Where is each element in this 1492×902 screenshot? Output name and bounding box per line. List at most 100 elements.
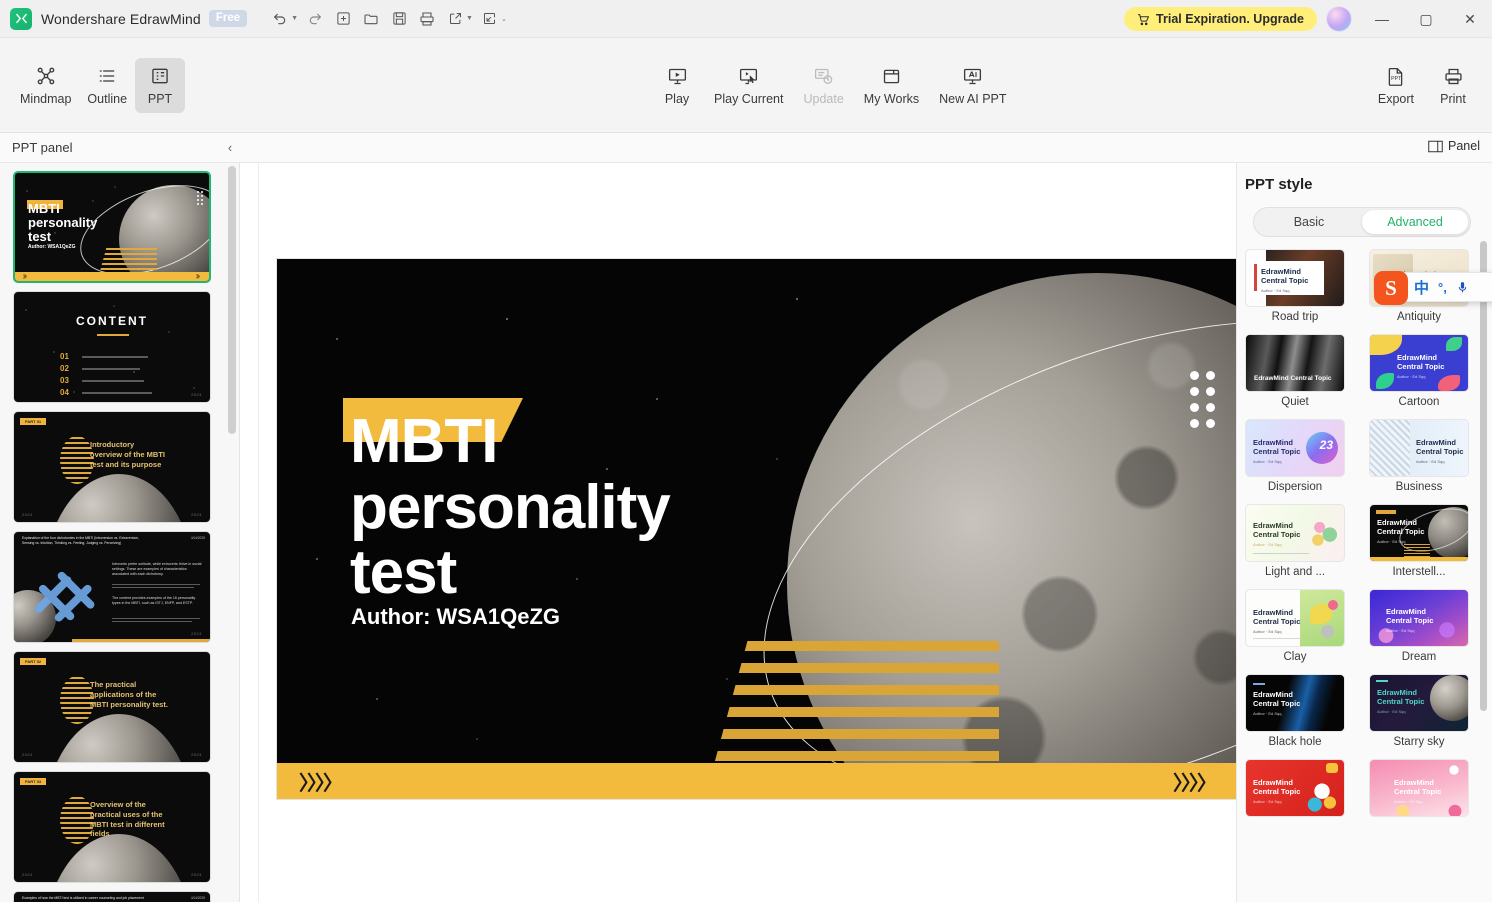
undo-icon[interactable] [267, 6, 293, 32]
part-badge: PART 01 [20, 418, 47, 425]
thumbnail-slide-1[interactable]: MBTI personality test Author: WSA1QeZG 〉〉〉… [13, 171, 211, 283]
play-button[interactable]: Play [652, 58, 702, 113]
play-icon [667, 65, 688, 87]
ppt-button[interactable]: PPT [135, 58, 186, 113]
slide-footer: 〉〉〉〉 〉〉〉〉 [277, 763, 1237, 799]
ppt-style-title: PPT style [1245, 176, 1313, 193]
thumb-author: Author: WSA1QeZG [28, 244, 76, 250]
slide-title[interactable]: MBTI personality test [350, 409, 870, 606]
style-card-business[interactable]: EdrawMind Central Topic Author · Ed Sqq Bu… [1369, 419, 1469, 500]
thumb-footer-left: 2024 [22, 752, 33, 757]
avatar[interactable] [1326, 6, 1352, 32]
close-button[interactable]: ✕ [1448, 0, 1492, 38]
edition-badge: Free [208, 10, 248, 27]
trial-upgrade-button[interactable]: Trial Expiration. Upgrade [1124, 7, 1317, 31]
style-card-road-trip[interactable]: EdrawMind Central Topic Author · Ed Sqq Ro… [1245, 249, 1345, 330]
thumb-heading: Examples of how the MBTI test is utilize… [22, 896, 144, 900]
ime-mode-button[interactable]: 中 [1414, 277, 1429, 298]
thumb-corner-text: 2024 [191, 392, 202, 397]
collapse-panel-chevron-icon[interactable]: ‹ [221, 138, 239, 156]
play-current-button[interactable]: Play Current [706, 58, 791, 113]
style-card-quiet[interactable]: EdrawMind Central Topic Quiet [1245, 334, 1345, 415]
panel-toggle-button[interactable]: Panel [1428, 139, 1480, 153]
current-slide-preview[interactable]: MBTI personality test Author: WSA1QeZG 〉… [277, 259, 1237, 799]
style-card-starry-sky[interactable]: EdrawMind Central Topic Author · Ed Sqq St… [1369, 674, 1469, 755]
style-card-black-hole[interactable]: EdrawMind Central Topic Author · Ed Sqq Bl… [1245, 674, 1345, 755]
ime-punctuation-icon[interactable]: °, [1438, 280, 1447, 295]
stripe-graphic [60, 676, 94, 724]
print-icon[interactable] [414, 6, 440, 32]
style-card-light-and[interactable]: EdrawMind Central Topic Author · Ed Sqq Li… [1245, 504, 1345, 585]
tab-basic[interactable]: Basic [1256, 210, 1362, 234]
new-ai-ppt-button[interactable]: New AI PPT [931, 58, 1014, 113]
share-caret-icon[interactable]: ▼ [466, 15, 473, 22]
style-card-interstellar[interactable]: EdrawMind Central Topic Author · Ed Sqq In… [1369, 504, 1469, 585]
export-label: Export [1377, 92, 1414, 106]
part-badge: PART 02 [20, 658, 47, 665]
style-card-festive-pink[interactable]: EdrawMind Central Topic Author · Ed Sqq [1369, 759, 1469, 828]
style-grid: EdrawMind Central Topic Author · Ed Sqq Ro… [1245, 249, 1479, 828]
outline-button[interactable]: Outline [79, 58, 135, 113]
cart-icon [1138, 13, 1150, 25]
share-icon[interactable] [442, 6, 468, 32]
thumbnail-slide-7[interactable]: Examples of how the MBTI test is utilize… [13, 891, 211, 902]
thumbnail-slide-4[interactable]: Explanation of the four dichotomies in t… [13, 531, 211, 643]
thumbnail-slide-3[interactable]: PART 01 Introductory overview of the MBT… [13, 411, 211, 523]
slide-author[interactable]: Author: WSA1QeZG [351, 604, 560, 630]
thumbnail-slide-6[interactable]: PART 03 Overview of the practical uses o… [13, 771, 211, 883]
update-button[interactable]: Update [795, 58, 851, 113]
export-icon[interactable] [477, 6, 503, 32]
style-thumb: EdrawMind Central Topic Author · Ed Sqq [1245, 589, 1345, 647]
ime-floating-toolbar[interactable]: S 中 °, [1374, 271, 1492, 305]
heading-underline [97, 334, 129, 336]
redo-icon[interactable] [302, 6, 328, 32]
thumbnail-slide-2[interactable]: CONTENT 01 02 03 04 2024 [13, 291, 211, 403]
item-number: 02 [60, 364, 69, 373]
mindmap-label: Mindmap [20, 92, 72, 106]
export-button[interactable]: PPT Export [1370, 58, 1422, 113]
style-card-dispersion[interactable]: 23 EdrawMind Central Topic Author · Ed Sqq… [1245, 419, 1345, 500]
maximize-button[interactable]: ▢ [1404, 0, 1448, 38]
style-card-clay[interactable]: EdrawMind Central Topic Author · Ed Sqq Cl… [1245, 589, 1345, 670]
stripe-graphic [60, 796, 94, 844]
slide-title-line-1: MBTI [350, 407, 499, 476]
more-caret-icon[interactable]: ⌄ [501, 15, 507, 23]
update-icon [813, 65, 834, 87]
thumb-footer-right: 2024 [191, 752, 202, 757]
star-field [14, 292, 210, 402]
style-card-cartoon[interactable]: EdrawMind Central Topic Author · Ed Sqq Ca… [1369, 334, 1469, 415]
thumbnail-list: MBTI personality test Author: WSA1QeZG 〉〉〉… [0, 163, 224, 902]
thumbnail-slide-5[interactable]: PART 02 The practical applications of th… [13, 651, 211, 763]
undo-caret-icon[interactable]: ▼ [291, 15, 298, 22]
moon-graphic [44, 834, 194, 882]
play-label: Play [664, 92, 690, 106]
style-thumb: EdrawMind Central Topic Author · Ed Sqq [1369, 674, 1469, 732]
style-label: Starry sky [1393, 736, 1445, 748]
thumbnail-scrollbar[interactable] [228, 166, 236, 434]
tab-advanced[interactable]: Advanced [1362, 210, 1468, 234]
sogou-logo-icon[interactable]: S [1374, 271, 1408, 305]
my-works-button[interactable]: My Works [856, 58, 927, 113]
item-number: 03 [60, 376, 69, 385]
slide-title-line-3: test [350, 538, 457, 608]
sub-header: PPT panel ‹ Panel [0, 133, 1492, 163]
style-card-dream[interactable]: EdrawMind Central Topic Author · Ed Sqq Dr… [1369, 589, 1469, 670]
save-icon[interactable] [386, 6, 412, 32]
item-number: 04 [60, 388, 69, 397]
style-card-festive-red[interactable]: EdrawMind Central Topic Author · Ed Sqq [1245, 759, 1345, 828]
minimize-button[interactable]: — [1360, 0, 1404, 38]
thumb-date: 4/14/2025 [190, 896, 205, 900]
my-works-label: My Works [863, 92, 920, 106]
open-folder-icon[interactable] [358, 6, 384, 32]
outline-label: Outline [87, 92, 128, 106]
style-thumb: EdrawMind Central Topic Author · Ed Sqq [1369, 334, 1469, 392]
style-label: Light and ... [1264, 566, 1326, 578]
item-number: 01 [60, 352, 69, 361]
print-button[interactable]: Print [1428, 58, 1478, 113]
print-icon [1443, 65, 1464, 87]
ime-microphone-icon[interactable] [1456, 280, 1469, 295]
style-panel-scrollbar[interactable] [1480, 241, 1487, 711]
new-icon[interactable] [330, 6, 356, 32]
footer-chevrons-left: 〉〉〉〉 [299, 772, 343, 795]
mindmap-button[interactable]: Mindmap [12, 58, 79, 113]
